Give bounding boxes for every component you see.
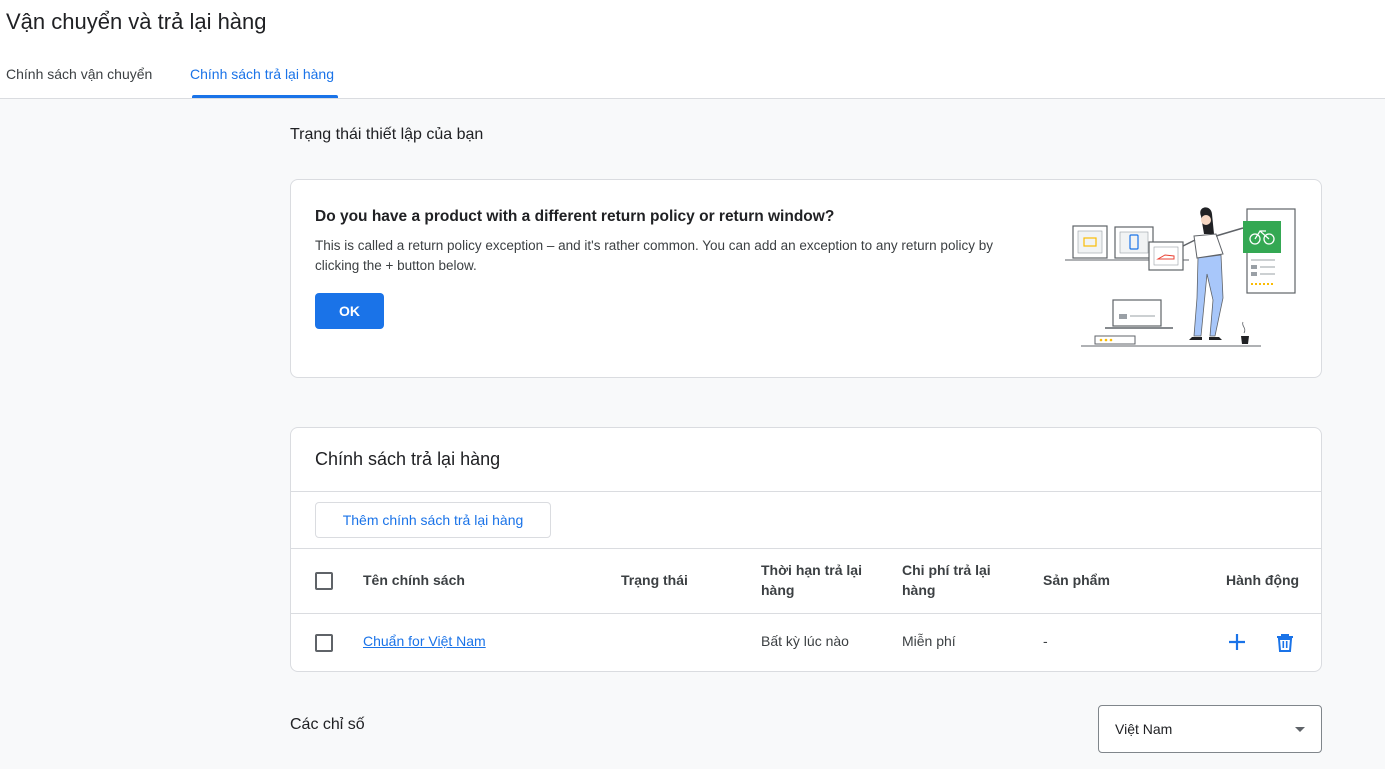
return-exception-promo-card: Do you have a product with a different r…	[290, 179, 1322, 378]
return-policy-card-title: Chính sách trả lại hàng	[315, 449, 501, 469]
delete-icon	[1277, 634, 1293, 652]
select-all-checkbox[interactable]	[315, 572, 333, 590]
ok-button[interactable]: OK	[315, 293, 384, 329]
active-tab-indicator	[192, 95, 338, 98]
add-exception-button[interactable]	[1225, 630, 1249, 654]
page-title: Vận chuyển và trả lại hàng	[6, 9, 267, 34]
tab-shipping-policy[interactable]: Chính sách vận chuyển	[6, 66, 152, 99]
column-header-policy-name[interactable]: Tên chính sách	[363, 570, 465, 590]
column-header-products[interactable]: Sản phẩm	[1043, 570, 1110, 590]
country-select[interactable]: Việt Nam	[1098, 705, 1322, 753]
policy-products: -	[1043, 633, 1048, 649]
column-header-return-window[interactable]: Thời hạn trả lại hàng	[761, 560, 871, 600]
promo-title: Do you have a product with a different r…	[315, 208, 835, 225]
metrics-heading: Các chỉ số	[290, 716, 365, 733]
promo-body: This is called a return policy exception…	[315, 238, 993, 273]
add-icon	[1229, 634, 1245, 650]
policy-return-cost: Miễn phí	[902, 633, 956, 649]
policy-name-link[interactable]: Chuẩn for Việt Nam	[363, 633, 486, 649]
column-header-return-cost[interactable]: Chi phí trả lại hàng	[902, 560, 1002, 600]
return-policy-table-card: Chính sách trả lại hàng Thêm chính sách …	[290, 427, 1322, 672]
page-header: Vận chuyển và trả lại hàng Chính sách vậ…	[0, 0, 1385, 99]
divider	[291, 613, 1321, 614]
column-header-actions: Hành động	[1226, 572, 1300, 588]
divider	[291, 491, 1321, 492]
country-select-value: Việt Nam	[1115, 721, 1173, 737]
dropdown-arrow-icon	[1295, 727, 1305, 732]
add-return-policy-button[interactable]: Thêm chính sách trả lại hàng	[315, 502, 551, 538]
divider	[291, 548, 1321, 549]
column-header-status[interactable]: Trạng thái	[621, 570, 688, 590]
delete-policy-button[interactable]	[1273, 630, 1297, 654]
setup-status-heading: Trạng thái thiết lập của bạn	[290, 126, 484, 143]
policy-return-window: Bất kỳ lúc nào	[761, 633, 849, 649]
return-policy-illustration-icon	[1065, 207, 1296, 347]
row-checkbox[interactable]	[315, 634, 333, 652]
